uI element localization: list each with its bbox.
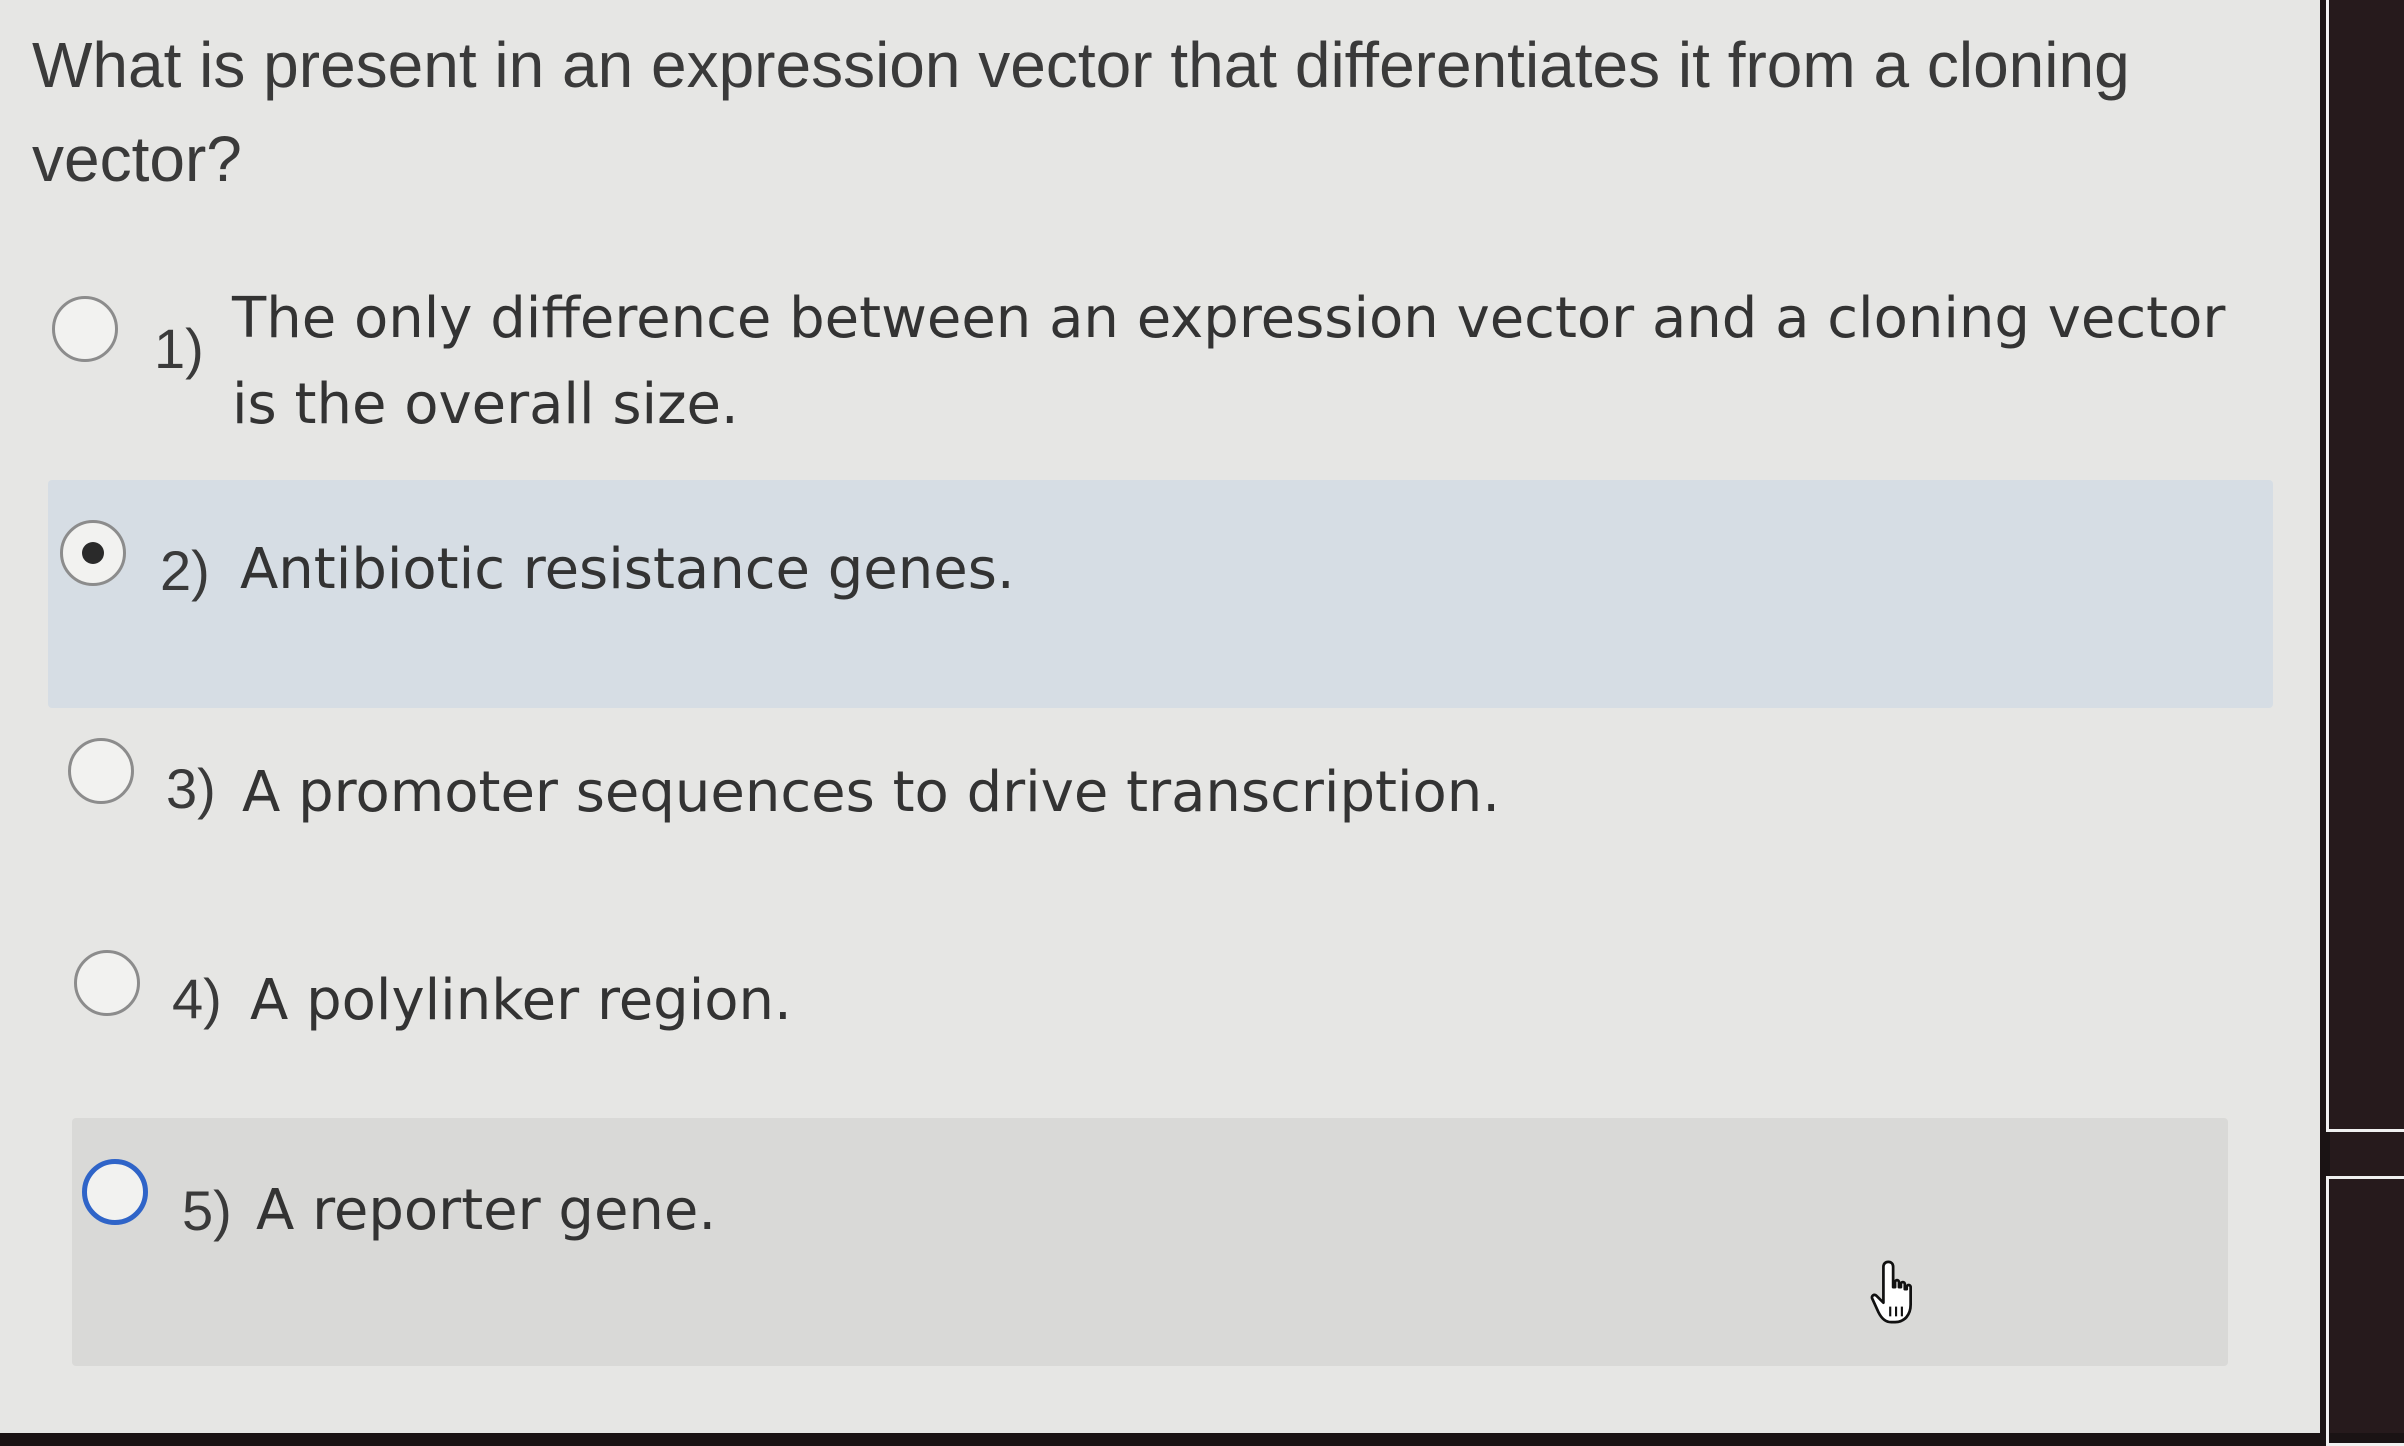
side-frame-top <box>2326 0 2404 1132</box>
answer-option-3[interactable]: 3) A promoter sequences to drive transcr… <box>56 720 2256 870</box>
answer-option-4[interactable]: 4) A polylinker region. <box>62 934 2252 1084</box>
answer-option-1[interactable]: 1) The only difference between an expres… <box>40 276 2270 456</box>
option-text-3: A promoter sequences to drive transcript… <box>242 760 1501 825</box>
answer-option-5[interactable]: 5) A reporter gene. <box>72 1118 2228 1366</box>
option-text-5: A reporter gene. <box>256 1178 717 1243</box>
radio-button-1[interactable] <box>52 296 118 362</box>
option-number-2: 2) <box>160 539 210 602</box>
option-number-5: 5) <box>182 1179 232 1242</box>
option-text-1: The only difference between an expressio… <box>232 286 2226 437</box>
hand-pointer-icon <box>1870 1260 1912 1324</box>
answer-option-2[interactable]: 2) Antibiotic resistance genes. <box>48 480 2273 708</box>
option-number-4: 4) <box>172 967 222 1030</box>
option-number-1: 1) <box>154 317 204 380</box>
option-text-2: Antibiotic resistance genes. <box>240 537 1015 602</box>
question-text: What is present in an expression vector … <box>32 29 2130 195</box>
option-text-4: A polylinker region. <box>250 968 792 1033</box>
radio-button-4[interactable] <box>74 950 140 1016</box>
option-number-3: 3) <box>166 757 216 820</box>
radio-button-3[interactable] <box>68 738 134 804</box>
radio-button-5[interactable] <box>82 1159 148 1225</box>
radio-button-2[interactable] <box>60 520 126 586</box>
quiz-screen: What is present in an expression vector … <box>0 0 2320 1433</box>
side-frame-bottom <box>2326 1176 2404 1446</box>
